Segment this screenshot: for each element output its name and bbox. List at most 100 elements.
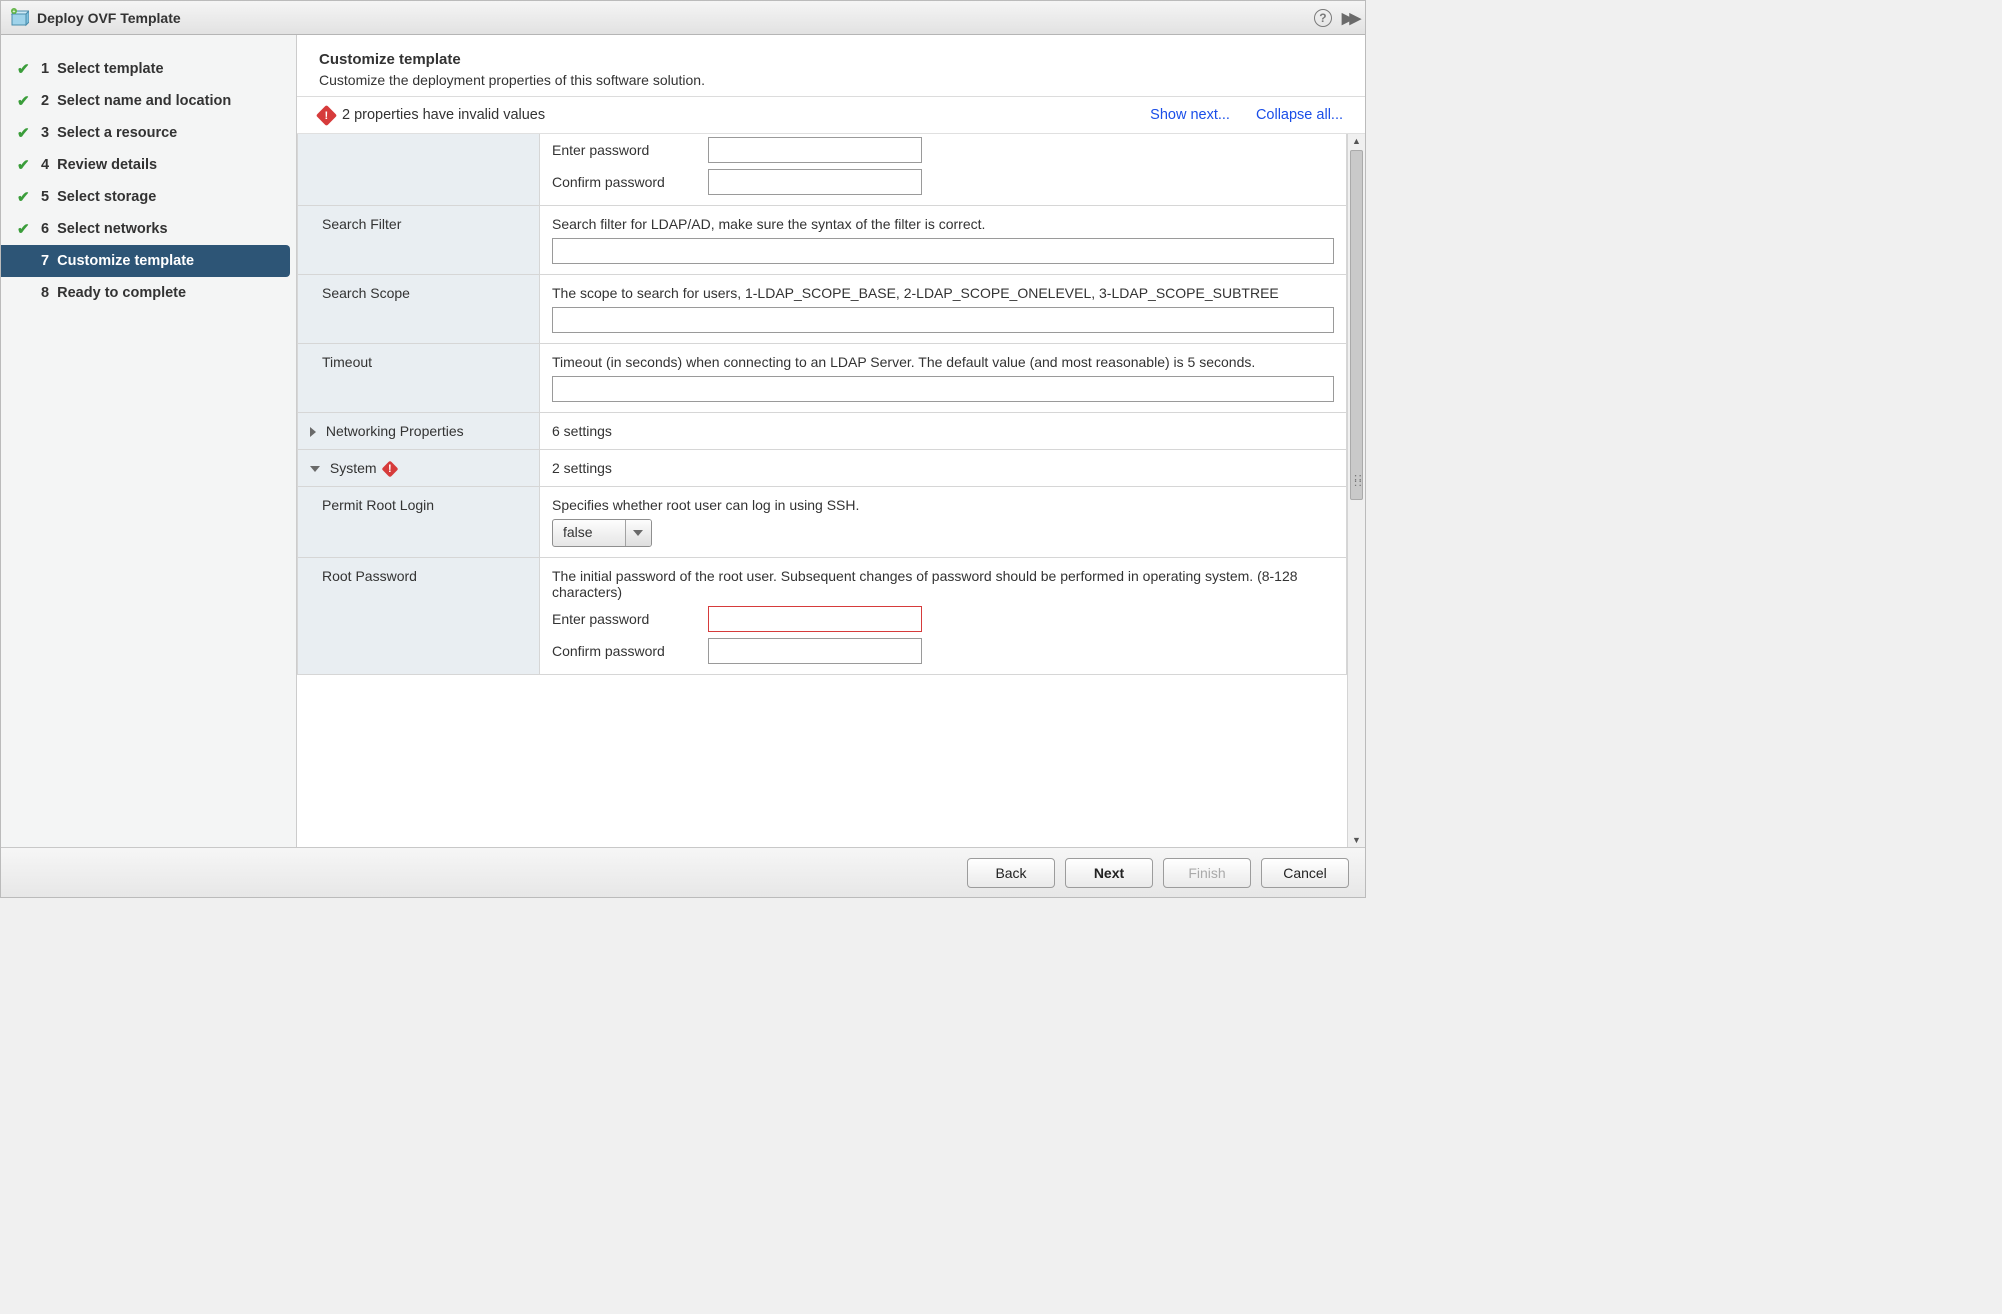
- titlebar: + Deploy OVF Template ? ▶▶: [1, 1, 1365, 35]
- label-confirm-password: Confirm password: [552, 174, 708, 190]
- page-description: Customize the deployment properties of t…: [319, 72, 1343, 88]
- step-num: 1: [41, 61, 49, 77]
- back-button[interactable]: Back: [967, 858, 1055, 888]
- label-search-dn-password: Search DN Fassword: [298, 134, 540, 206]
- desc-search-filter: Search filter for LDAP/AD, make sure the…: [552, 216, 1334, 232]
- next-button[interactable]: Next: [1065, 858, 1153, 888]
- error-icon: [382, 461, 399, 478]
- check-icon: ✔: [17, 60, 35, 78]
- check-icon: ✔: [17, 156, 35, 174]
- vertical-scrollbar[interactable]: ▲ :::: ▼: [1347, 134, 1365, 847]
- window-title: Deploy OVF Template: [37, 10, 181, 26]
- desc-search-scope: The scope to search for users, 1-LDAP_SC…: [552, 285, 1334, 301]
- validation-alert-row: 2 properties have invalid values Show ne…: [297, 97, 1365, 133]
- text-networking-properties: Networking Properties: [326, 423, 464, 439]
- main-header: Customize template Customize the deploym…: [297, 35, 1365, 97]
- properties-table: Search DN Fassword The password of searc…: [297, 134, 1347, 675]
- label-networking-properties[interactable]: Networking Properties: [298, 413, 540, 450]
- svg-text:+: +: [13, 9, 16, 15]
- input-search-dn-confirm-password[interactable]: [708, 169, 922, 195]
- finish-button: Finish: [1163, 858, 1251, 888]
- check-icon: ✔: [17, 188, 35, 206]
- input-search-filter[interactable]: [552, 238, 1334, 264]
- label-enter-password: Enter password: [552, 611, 708, 627]
- desc-timeout: Timeout (in seconds) when connecting to …: [552, 354, 1334, 370]
- label-system[interactable]: System: [298, 450, 540, 487]
- wizard-main: Customize template Customize the deploym…: [297, 35, 1365, 847]
- input-search-scope[interactable]: [552, 307, 1334, 333]
- summary-system: 2 settings: [540, 450, 1347, 487]
- step-label: Select template: [57, 61, 163, 77]
- row-search-scope: Search Scope The scope to search for use…: [298, 275, 1347, 344]
- step-select-networks[interactable]: ✔ 6 Select networks: [1, 213, 296, 245]
- validation-alert-text: 2 properties have invalid values: [342, 107, 545, 123]
- step-ready-to-complete[interactable]: ✔ 8 Ready to complete: [1, 277, 296, 309]
- value-search-dn-password: The password of search DN Enter password…: [540, 134, 1347, 206]
- value-timeout: Timeout (in seconds) when connecting to …: [540, 344, 1347, 413]
- value-search-scope: The scope to search for users, 1-LDAP_SC…: [540, 275, 1347, 344]
- input-timeout[interactable]: [552, 376, 1334, 402]
- input-search-dn-enter-password[interactable]: [708, 137, 922, 163]
- step-num: 4: [41, 157, 49, 173]
- check-icon: ✔: [17, 284, 35, 302]
- expand-arrows-icon[interactable]: ▶▶: [1342, 9, 1357, 27]
- step-select-template[interactable]: ✔ 1 Select template: [1, 53, 296, 85]
- desc-permit-root-login: Specifies whether root user can log in u…: [552, 497, 1334, 513]
- step-label: Select storage: [57, 189, 156, 205]
- step-select-name-location[interactable]: ✔ 2 Select name and location: [1, 85, 296, 117]
- label-timeout: Timeout: [298, 344, 540, 413]
- row-root-password: Root Password The initial password of th…: [298, 558, 1347, 675]
- error-icon: [316, 104, 337, 125]
- label-permit-root-login: Permit Root Login: [298, 487, 540, 558]
- input-root-confirm-password[interactable]: [708, 638, 922, 664]
- wizard-body: ✔ 1 Select template ✔ 2 Select name and …: [1, 35, 1365, 847]
- deploy-ovf-window: + Deploy OVF Template ? ▶▶ ✔ 1 Select te…: [0, 0, 1366, 898]
- scroll-thumb[interactable]: [1350, 150, 1363, 500]
- select-permit-root-login[interactable]: false: [552, 519, 652, 547]
- check-icon: ✔: [17, 220, 35, 238]
- step-select-storage[interactable]: ✔ 5 Select storage: [1, 181, 296, 213]
- step-label: Select name and location: [57, 93, 231, 109]
- step-label: Select a resource: [57, 125, 177, 141]
- row-permit-root-login: Permit Root Login Specifies whether root…: [298, 487, 1347, 558]
- step-customize-template[interactable]: ✔ 7 Customize template: [1, 245, 290, 277]
- label-confirm-password: Confirm password: [552, 643, 708, 659]
- properties-content: Search DN Fassword The password of searc…: [297, 134, 1347, 847]
- step-num: 5: [41, 189, 49, 205]
- wizard-steps-sidebar: ✔ 1 Select template ✔ 2 Select name and …: [1, 35, 297, 847]
- row-search-dn-password: Search DN Fassword The password of searc…: [298, 134, 1347, 206]
- step-num: 8: [41, 285, 49, 301]
- row-networking-properties[interactable]: Networking Properties 6 settings: [298, 413, 1347, 450]
- cancel-button[interactable]: Cancel: [1261, 858, 1349, 888]
- value-search-filter: Search filter for LDAP/AD, make sure the…: [540, 206, 1347, 275]
- step-label: Customize template: [57, 253, 194, 269]
- row-timeout: Timeout Timeout (in seconds) when connec…: [298, 344, 1347, 413]
- properties-scroll-area: Search DN Fassword The password of searc…: [297, 133, 1365, 847]
- scroll-up-arrow-icon[interactable]: ▲: [1348, 136, 1365, 146]
- step-num: 2: [41, 93, 49, 109]
- wizard-footer: Back Next Finish Cancel: [1, 847, 1365, 897]
- step-num: 3: [41, 125, 49, 141]
- value-permit-root-login: Specifies whether root user can log in u…: [540, 487, 1347, 558]
- label-enter-password: Enter password: [552, 142, 708, 158]
- chevron-down-icon: [310, 466, 320, 472]
- check-icon: ✔: [17, 252, 35, 270]
- drag-handle-icon[interactable]: ::::: [1354, 476, 1363, 484]
- show-next-link[interactable]: Show next...: [1150, 107, 1230, 123]
- step-select-resource[interactable]: ✔ 3 Select a resource: [1, 117, 296, 149]
- label-root-password: Root Password: [298, 558, 540, 675]
- help-icon[interactable]: ?: [1314, 9, 1332, 27]
- step-label: Ready to complete: [57, 285, 186, 301]
- step-num: 6: [41, 221, 49, 237]
- chevron-right-icon: [310, 427, 316, 437]
- step-review-details[interactable]: ✔ 4 Review details: [1, 149, 296, 181]
- deploy-ovf-icon: +: [9, 8, 29, 28]
- row-system[interactable]: System 2 settings: [298, 450, 1347, 487]
- step-num: 7: [41, 253, 49, 269]
- check-icon: ✔: [17, 92, 35, 110]
- collapse-all-link[interactable]: Collapse all...: [1256, 107, 1343, 123]
- scroll-down-arrow-icon[interactable]: ▼: [1348, 835, 1365, 845]
- label-search-filter: Search Filter: [298, 206, 540, 275]
- input-root-enter-password[interactable]: [708, 606, 922, 632]
- step-label: Review details: [57, 157, 157, 173]
